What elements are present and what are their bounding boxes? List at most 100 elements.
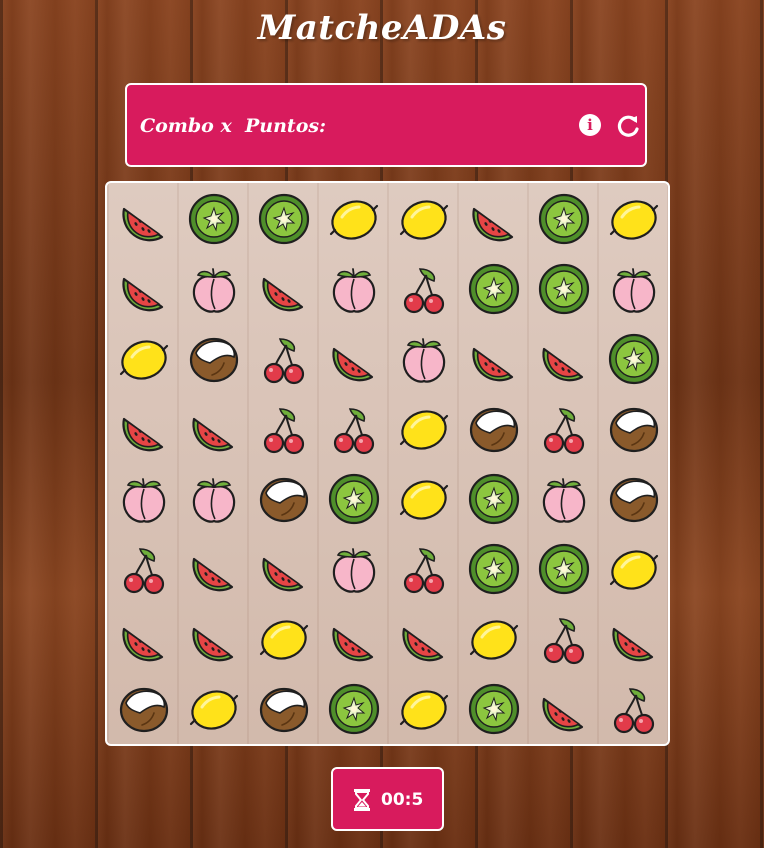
tile-watermelon[interactable] — [459, 184, 529, 254]
tile-cherry[interactable] — [319, 394, 389, 464]
kiwi-icon — [258, 193, 310, 245]
lemon-icon — [609, 200, 659, 240]
tile-kiwi[interactable] — [529, 534, 599, 604]
tile-peach[interactable] — [319, 254, 389, 324]
lemon-icon — [259, 620, 309, 660]
tile-watermelon[interactable] — [109, 394, 179, 464]
cherry-icon — [613, 688, 655, 735]
tile-peach[interactable] — [599, 254, 669, 324]
watermelon-icon — [332, 627, 374, 662]
tile-lemon[interactable] — [599, 184, 669, 254]
tile-cherry[interactable] — [529, 394, 599, 464]
tile-watermelon[interactable] — [249, 534, 319, 604]
watermelon-icon — [402, 627, 444, 662]
tile-watermelon[interactable] — [319, 604, 389, 674]
watermelon-icon — [262, 557, 304, 592]
tile-peach[interactable] — [529, 464, 599, 534]
tile-lemon[interactable] — [179, 674, 249, 744]
peach-icon — [192, 478, 236, 523]
kiwi-icon — [188, 193, 240, 245]
tile-kiwi[interactable] — [459, 254, 529, 324]
kiwi-icon — [468, 473, 520, 525]
tile-coconut[interactable] — [459, 394, 529, 464]
reload-icon[interactable] — [614, 112, 642, 140]
tile-watermelon[interactable] — [109, 184, 179, 254]
coconut-icon — [189, 337, 239, 383]
peach-icon — [612, 268, 656, 313]
tile-coconut[interactable] — [599, 464, 669, 534]
tile-cherry[interactable] — [389, 534, 459, 604]
tile-cherry[interactable] — [389, 254, 459, 324]
tile-cherry[interactable] — [249, 324, 319, 394]
info-icon[interactable]: i — [579, 114, 601, 136]
lemon-icon — [399, 690, 449, 730]
watermelon-icon — [262, 277, 304, 312]
watermelon-icon — [542, 347, 584, 382]
tile-coconut[interactable] — [249, 464, 319, 534]
tile-lemon[interactable] — [109, 324, 179, 394]
cherry-icon — [543, 408, 585, 455]
tile-watermelon[interactable] — [109, 254, 179, 324]
watermelon-icon — [122, 207, 164, 242]
tile-watermelon[interactable] — [109, 604, 179, 674]
tile-watermelon[interactable] — [249, 254, 319, 324]
peach-icon — [122, 478, 166, 523]
watermelon-icon — [472, 207, 514, 242]
tile-watermelon[interactable] — [459, 324, 529, 394]
lemon-icon — [399, 410, 449, 450]
peach-icon — [192, 268, 236, 313]
tile-peach[interactable] — [179, 254, 249, 324]
tile-kiwi[interactable] — [319, 464, 389, 534]
cherry-icon — [263, 408, 305, 455]
fruit-grid — [107, 183, 668, 744]
tile-lemon[interactable] — [459, 604, 529, 674]
tile-coconut[interactable] — [599, 394, 669, 464]
tile-kiwi[interactable] — [459, 534, 529, 604]
tile-watermelon[interactable] — [599, 604, 669, 674]
tile-kiwi[interactable] — [459, 674, 529, 744]
tile-watermelon[interactable] — [179, 394, 249, 464]
tile-lemon[interactable] — [389, 394, 459, 464]
tile-cherry[interactable] — [109, 534, 179, 604]
tile-watermelon[interactable] — [179, 604, 249, 674]
watermelon-icon — [542, 697, 584, 732]
tile-lemon[interactable] — [389, 674, 459, 744]
tile-peach[interactable] — [109, 464, 179, 534]
tile-kiwi[interactable] — [319, 674, 389, 744]
lemon-icon — [469, 620, 519, 660]
kiwi-icon — [468, 263, 520, 315]
tile-lemon[interactable] — [319, 184, 389, 254]
tile-peach[interactable] — [179, 464, 249, 534]
tile-kiwi[interactable] — [179, 184, 249, 254]
peach-icon — [332, 268, 376, 313]
tile-coconut[interactable] — [179, 324, 249, 394]
tile-coconut[interactable] — [249, 674, 319, 744]
tile-kiwi[interactable] — [529, 254, 599, 324]
cherry-icon — [123, 548, 165, 595]
tile-cherry[interactable] — [599, 674, 669, 744]
tile-cherry[interactable] — [529, 604, 599, 674]
tile-watermelon[interactable] — [319, 324, 389, 394]
lemon-icon — [329, 200, 379, 240]
tile-watermelon[interactable] — [529, 674, 599, 744]
watermelon-icon — [612, 627, 654, 662]
tile-peach[interactable] — [389, 324, 459, 394]
tile-watermelon[interactable] — [179, 534, 249, 604]
tile-coconut[interactable] — [109, 674, 179, 744]
tile-kiwi[interactable] — [529, 184, 599, 254]
tile-kiwi[interactable] — [459, 464, 529, 534]
tile-kiwi[interactable] — [249, 184, 319, 254]
tile-watermelon[interactable] — [529, 324, 599, 394]
tile-lemon[interactable] — [599, 534, 669, 604]
tile-lemon[interactable] — [389, 184, 459, 254]
kiwi-icon — [538, 193, 590, 245]
kiwi-icon — [328, 473, 380, 525]
tile-lemon[interactable] — [249, 604, 319, 674]
tile-cherry[interactable] — [249, 394, 319, 464]
tile-peach[interactable] — [319, 534, 389, 604]
game-title: MatcheADAs — [257, 8, 507, 48]
status-bar: Combo x Puntos: i — [125, 83, 647, 167]
tile-lemon[interactable] — [389, 464, 459, 534]
tile-watermelon[interactable] — [389, 604, 459, 674]
tile-kiwi[interactable] — [599, 324, 669, 394]
